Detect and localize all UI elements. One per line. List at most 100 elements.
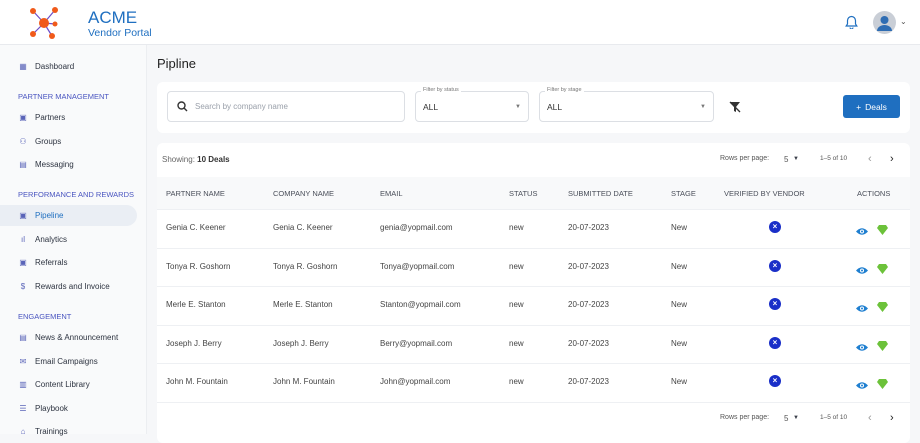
- column-header[interactable]: STATUS: [509, 189, 537, 198]
- rows-per-page-label: Rows per page:: [720, 155, 770, 162]
- row-divider: [157, 402, 910, 403]
- cell-status: new: [509, 223, 524, 232]
- cell-partner: Joseph J. Berry: [166, 338, 222, 348]
- add-deals-button[interactable]: + Deals: [843, 95, 900, 118]
- column-header[interactable]: STAGE: [671, 189, 696, 198]
- section-heading: PARTNER MANAGEMENT: [18, 92, 109, 101]
- view-eye-icon[interactable]: [856, 300, 868, 318]
- stage-filter-label: Filter by stage: [545, 87, 584, 93]
- sidebar-item-label: Playbook: [35, 404, 68, 413]
- rows-per-page-select[interactable]: 5: [784, 414, 788, 423]
- sidebar-item-label: News & Announcement: [35, 333, 119, 342]
- clear-filter-icon[interactable]: [729, 101, 741, 113]
- sidebar-item-pipeline[interactable]: ▣ Pipeline: [0, 205, 137, 226]
- gem-icon[interactable]: [877, 338, 888, 356]
- cell-status: new: [509, 300, 524, 310]
- sidebar-item-playbook[interactable]: ☰ Playbook: [0, 398, 137, 419]
- gem-icon[interactable]: [877, 261, 888, 279]
- cell-date: 20-07-2023: [568, 338, 609, 348]
- mail-icon: ✉: [19, 357, 27, 366]
- section-heading: ENGAGEMENT: [18, 312, 72, 321]
- prev-page-icon[interactable]: ‹: [868, 153, 872, 165]
- cell-partner: John M. Fountain: [166, 377, 228, 387]
- cell-partner: Genia C. Keener: [166, 223, 226, 232]
- cell-status: new: [509, 377, 524, 387]
- sidebar-item-trainings[interactable]: ⌂ Trainings: [0, 421, 137, 442]
- showing-value: 10 Deals: [197, 155, 230, 164]
- sidebar-item-referrals[interactable]: ▣ Referrals: [0, 252, 137, 273]
- cell-stage: New: [671, 300, 688, 310]
- next-page-icon[interactable]: ›: [890, 153, 894, 165]
- id-badge-icon: ▣: [19, 211, 27, 220]
- sidebar-item-messaging[interactable]: ▤ Messaging: [0, 154, 137, 175]
- column-header[interactable]: ACTIONS: [857, 189, 890, 198]
- library-icon: ▥: [19, 380, 27, 389]
- column-header[interactable]: COMPANY NAME: [273, 189, 334, 198]
- not-verified-icon: ×: [769, 336, 781, 349]
- brand-name: ACME: [88, 8, 138, 27]
- notification-bell-icon[interactable]: [845, 15, 858, 29]
- rows-per-page-select[interactable]: 5: [784, 155, 788, 164]
- gem-icon[interactable]: [877, 222, 888, 240]
- column-header[interactable]: SUBMITTED DATE: [568, 189, 633, 198]
- graduation-cap-icon: ⌂: [20, 427, 26, 436]
- column-header[interactable]: VERIFIED BY VENDOR: [724, 189, 805, 198]
- cell-email: genia@yopmail.com: [380, 223, 453, 232]
- search-input[interactable]: Search by company name: [167, 91, 405, 122]
- sidebar-item-label: Dashboard: [35, 62, 75, 71]
- sidebar-item-label: Partners: [35, 113, 66, 122]
- chevron-down-icon[interactable]: ⌄: [900, 17, 907, 26]
- cell-date: 20-07-2023: [568, 300, 609, 310]
- message-icon: ▤: [19, 160, 27, 169]
- status-filter-select[interactable]: Filter by status ALL ▼: [415, 87, 529, 122]
- stage-filter-value: ALL: [547, 101, 563, 112]
- sidebar-item-label: Content Library: [35, 380, 90, 389]
- pagination-range: 1–5 of 10: [820, 414, 848, 421]
- sidebar-item-groups[interactable]: ⚇ Groups: [0, 131, 137, 152]
- acme-logo: [30, 7, 58, 39]
- view-eye-icon[interactable]: [856, 339, 868, 357]
- user-avatar[interactable]: [873, 11, 896, 34]
- view-eye-icon[interactable]: [856, 262, 868, 280]
- cell-company: Genia C. Keener: [273, 223, 333, 232]
- table-row: [157, 209, 910, 247]
- column-header[interactable]: EMAIL: [380, 189, 403, 198]
- not-verified-icon: ×: [769, 221, 781, 233]
- sidebar-item-label: Trainings: [35, 427, 68, 436]
- sidebar-item-label: Email Campaigns: [35, 357, 98, 366]
- sidebar-item-news[interactable]: ▤ News & Announcement: [0, 327, 137, 348]
- prev-page-icon[interactable]: ‹: [868, 412, 872, 424]
- sidebar-item-rewards[interactable]: $ Rewards and Invoice: [0, 276, 137, 297]
- cell-stage: New: [671, 223, 688, 232]
- sidebar-item-analytics[interactable]: ıl Analytics: [0, 229, 137, 250]
- cell-partner: Merle E. Stanton: [166, 300, 226, 310]
- sidebar-item-label: Groups: [35, 137, 62, 146]
- gem-icon[interactable]: [877, 299, 888, 317]
- stage-filter-select[interactable]: Filter by stage ALL ▼: [539, 87, 714, 122]
- dropdown-arrow-icon[interactable]: ▼: [793, 415, 799, 421]
- gem-icon[interactable]: [877, 376, 888, 394]
- dropdown-arrow-icon: ▼: [700, 103, 706, 110]
- sidebar-item-email-campaigns[interactable]: ✉ Email Campaigns: [0, 351, 137, 372]
- cell-company: John M. Fountain: [273, 377, 335, 387]
- sidebar-item-content-library[interactable]: ▥ Content Library: [0, 374, 137, 395]
- dropdown-arrow-icon: ▼: [515, 103, 521, 110]
- cell-company: Joseph J. Berry: [273, 338, 329, 348]
- table-row: [157, 325, 910, 363]
- column-header[interactable]: PARTNER NAME: [166, 189, 225, 198]
- view-eye-icon[interactable]: [856, 377, 868, 395]
- id-badge-icon: ▣: [19, 113, 27, 122]
- table-row: [157, 286, 910, 324]
- section-heading: PERFORMANCE AND REWARDS: [18, 190, 134, 199]
- sidebar-item-dashboard[interactable]: ▦ Dashboard: [0, 56, 137, 77]
- rows-per-page-label: Rows per page:: [720, 414, 770, 421]
- dropdown-arrow-icon[interactable]: ▼: [793, 156, 799, 162]
- cell-stage: New: [671, 261, 688, 271]
- sidebar: ▦ Dashboard PARTNER MANAGEMENT ▣ Partners …: [0, 45, 147, 436]
- view-eye-icon[interactable]: [856, 223, 868, 241]
- next-page-icon[interactable]: ›: [890, 412, 894, 424]
- cell-email: John@yopmail.com: [380, 377, 451, 387]
- status-filter-value: ALL: [423, 101, 439, 112]
- sidebar-item-partners[interactable]: ▣ Partners: [0, 107, 137, 128]
- cell-stage: New: [671, 377, 688, 387]
